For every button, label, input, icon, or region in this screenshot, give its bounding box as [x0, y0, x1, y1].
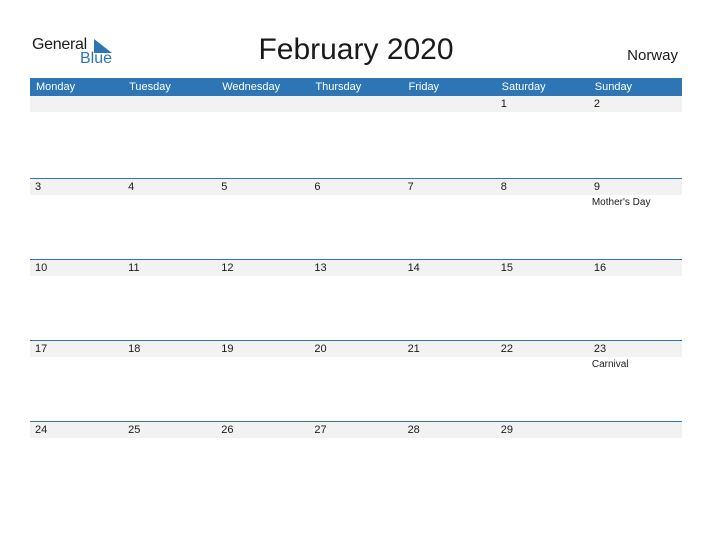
page-title: February 2020: [258, 33, 454, 66]
week-row: 17 18 19 20 21 22 23 Carnival: [30, 340, 682, 421]
holiday-label: Mother's Day: [591, 197, 651, 208]
day-number: 2: [593, 98, 600, 110]
day-number: 4: [128, 181, 135, 193]
week-row: 12: [30, 96, 682, 177]
day-cell[interactable]: 23 Carnival: [589, 341, 682, 422]
day-cell[interactable]: 21: [403, 341, 496, 422]
day-cell[interactable]: 16: [589, 260, 682, 341]
day-cell[interactable]: 25: [123, 422, 216, 503]
day-cell[interactable]: 22: [496, 341, 589, 422]
day-number: 25: [128, 424, 141, 436]
week-row: 3 4 5 6 7 8 9 Mother's Day: [30, 178, 682, 259]
day-cell[interactable]: 29: [496, 422, 589, 503]
weekday-header: Monday Tuesday Wednesday Thursday Friday Satu…: [30, 78, 682, 96]
day-cell[interactable]: 28: [403, 422, 496, 503]
day-number: 9: [593, 181, 600, 193]
day-number: 10: [35, 262, 48, 274]
weekday-tuesday: Tuesday: [129, 81, 171, 93]
day-cell[interactable]: [123, 96, 216, 177]
day-cell[interactable]: 19: [216, 341, 309, 422]
day-cell[interactable]: 12: [216, 260, 309, 341]
day-number: 17: [35, 343, 48, 355]
day-number: 24: [35, 424, 48, 436]
day-cell[interactable]: 27: [309, 422, 402, 503]
day-number: 23: [593, 343, 607, 355]
day-cell[interactable]: 11: [123, 260, 216, 341]
day-number: 22: [500, 343, 513, 355]
day-number: 21: [407, 343, 420, 355]
day-cell[interactable]: 7: [403, 179, 496, 260]
day-number: 6: [314, 181, 321, 193]
day-cell[interactable]: 10: [30, 260, 123, 341]
weekday-sunday: Sunday: [594, 81, 633, 93]
day-number: 11: [128, 262, 140, 274]
day-cell[interactable]: 6: [309, 179, 402, 260]
day-cell[interactable]: [309, 96, 402, 177]
day-number: 12: [221, 262, 234, 274]
day-number: 1: [500, 98, 507, 110]
day-number: 8: [500, 181, 507, 193]
week-row: 24 25 26 27 28 29: [30, 421, 682, 502]
day-cell[interactable]: 2: [589, 96, 682, 177]
day-number: 19: [221, 343, 234, 355]
day-cell[interactable]: [589, 422, 682, 503]
day-cell[interactable]: [30, 96, 123, 177]
day-number: 29: [500, 424, 513, 436]
day-number: 5: [221, 181, 228, 193]
holiday-label: Carnival: [591, 359, 629, 370]
day-cell[interactable]: 26: [216, 422, 309, 503]
day-cell[interactable]: 5: [216, 179, 309, 260]
day-number: 26: [221, 424, 234, 436]
weekday-wednesday: Wednesday: [222, 81, 281, 93]
day-cell[interactable]: 18: [123, 341, 216, 422]
day-number: 28: [407, 424, 420, 436]
day-cell[interactable]: 14: [403, 260, 496, 341]
day-cell[interactable]: 13: [309, 260, 402, 341]
day-cell[interactable]: 17: [30, 341, 123, 422]
day-cell[interactable]: 24: [30, 422, 123, 503]
day-cell[interactable]: 4: [123, 179, 216, 260]
day-number: 7: [407, 181, 414, 193]
day-cell[interactable]: 9 Mother's Day: [589, 179, 682, 260]
week-row: 10 11 12 13 14 15 16: [30, 259, 682, 340]
day-number: 27: [314, 424, 327, 436]
day-number: 16: [593, 262, 607, 274]
country-label: Norway: [627, 47, 678, 64]
day-cell[interactable]: 8: [496, 179, 589, 260]
weekday-monday: Monday: [36, 81, 76, 93]
day-number: 3: [35, 181, 42, 193]
weekday-thursday: Thursday: [315, 81, 362, 93]
day-cell[interactable]: 15: [496, 260, 589, 341]
day-number: 15: [500, 262, 513, 274]
weekday-saturday: Saturday: [501, 81, 546, 93]
day-cell[interactable]: [216, 96, 309, 177]
day-number: 14: [407, 262, 420, 274]
day-number: 18: [128, 343, 141, 355]
day-cell[interactable]: 1: [496, 96, 589, 177]
day-cell[interactable]: 20: [309, 341, 402, 422]
day-cell[interactable]: 3: [30, 179, 123, 260]
day-number: 13: [314, 262, 327, 274]
day-cell[interactable]: [403, 96, 496, 177]
weekday-friday: Friday: [408, 81, 440, 93]
day-number: 20: [314, 343, 327, 355]
